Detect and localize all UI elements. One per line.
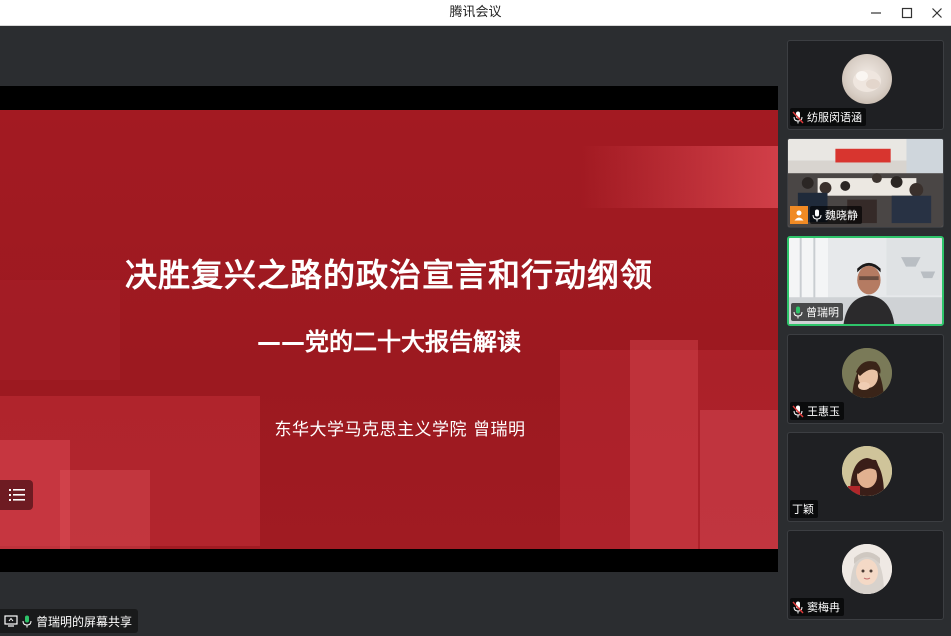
participant-name-tag: 纺服闵语涵 [790, 108, 866, 126]
mic-muted-icon [792, 601, 804, 613]
toc-list-icon [8, 489, 25, 501]
title-bar: 腾讯会议 [0, 0, 951, 26]
slide-author: 东华大学马克思主义学院 曾瑞明 [274, 420, 526, 440]
letterbox-bottom [0, 549, 778, 572]
participant-tile[interactable]: 窦梅冉 [787, 530, 944, 620]
mic-icon [793, 306, 803, 318]
participant-name: 丁颖 [792, 503, 814, 516]
host-badge-icon [794, 210, 804, 221]
mic-muted-icon [792, 111, 804, 123]
mic-icon [812, 209, 822, 221]
participant-name: 纺服闵语涵 [807, 111, 862, 124]
mic-muted-icon [792, 405, 804, 417]
participant-name-tag: 丁颖 [790, 500, 818, 518]
screen-share-label: 曾瑞明的屏幕共享 [0, 609, 139, 633]
mic-icon [22, 615, 32, 627]
minimize-button[interactable] [861, 0, 891, 26]
participant-name-tag: 曾瑞明 [791, 303, 843, 321]
participant-name: 窦梅冉 [807, 601, 840, 614]
maximize-icon [901, 7, 913, 19]
avatar-image [842, 544, 892, 594]
participant-tile-active-speaker[interactable]: 曾瑞明 [787, 236, 944, 326]
participant-name-tag: 窦梅冉 [790, 598, 844, 616]
participant-tile[interactable]: 丁颖 [787, 432, 944, 522]
close-icon [932, 8, 942, 18]
participant-name: 魏晓静 [825, 209, 858, 222]
avatar-image [842, 446, 892, 496]
participant-tile[interactable]: 王惠玉 [787, 334, 944, 424]
shared-screen-area[interactable]: 决胜复兴之路的政治宣言和行动纲领 ——党的二十大报告解读 东华大学马克思主义学院… [0, 26, 778, 636]
participant-name-tag: 王惠玉 [790, 402, 844, 420]
presentation-slide: 决胜复兴之路的政治宣言和行动纲领 ——党的二十大报告解读 东华大学马克思主义学院… [0, 110, 778, 549]
slide-decoration [580, 146, 778, 208]
participant-panel[interactable]: 纺服闵语涵 魏晓静 曾瑞明 王惠玉 丁颖 窦梅冉 [778, 26, 951, 636]
participant-tile[interactable]: 纺服闵语涵 [787, 40, 944, 130]
participant-name: 王惠玉 [807, 405, 840, 418]
minimize-icon [871, 12, 881, 14]
slide-title: 决胜复兴之路的政治宣言和行动纲领 [124, 256, 653, 294]
maximize-button[interactable] [892, 0, 922, 26]
avatar [842, 544, 892, 594]
slide-subtitle: ——党的二十大报告解读 [257, 328, 521, 356]
window-title: 腾讯会议 [449, 5, 502, 20]
avatar-image [842, 348, 892, 398]
slide-decoration [630, 340, 698, 549]
participant-name-tag: 魏晓静 [810, 206, 862, 224]
slide-list-button[interactable] [0, 480, 33, 510]
avatar [842, 348, 892, 398]
avatar [842, 54, 892, 104]
participant-name: 曾瑞明 [806, 306, 839, 319]
screen-share-icon [4, 615, 18, 627]
slide-decoration [60, 470, 150, 549]
avatar [842, 446, 892, 496]
meeting-window: 腾讯会议 决胜复兴之路的政治宣言和行动纲领 ——党的二十大报告解读 东华大学马克… [0, 0, 951, 636]
host-badge [790, 206, 808, 224]
participant-tile[interactable]: 魏晓静 [787, 138, 944, 228]
letterbox-top [0, 86, 778, 110]
avatar-image [853, 70, 881, 92]
screen-share-text: 曾瑞明的屏幕共享 [36, 614, 133, 629]
close-button[interactable] [922, 0, 951, 26]
